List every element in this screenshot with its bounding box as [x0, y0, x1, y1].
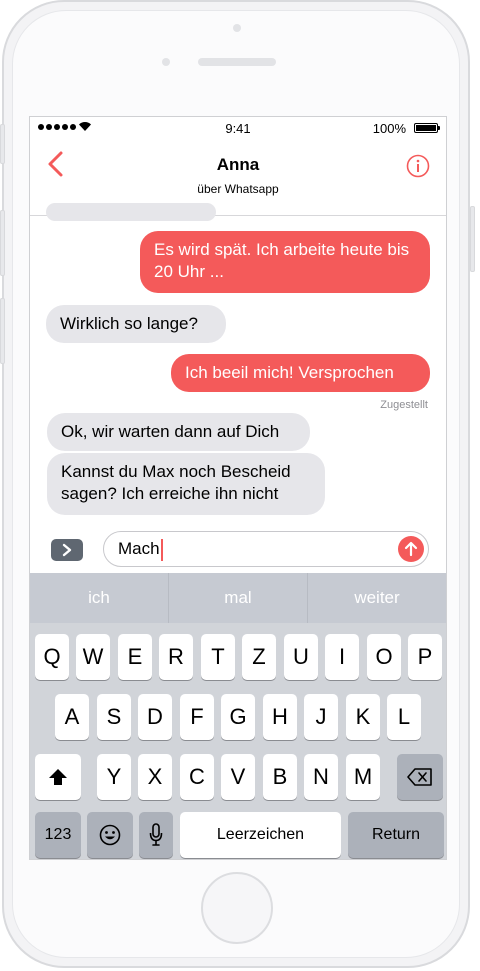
text-cursor — [160, 538, 163, 561]
keyboard: ich mal weiter Q W E R T Z U I O P A S D… — [30, 573, 446, 859]
predictive-bar: ich mal weiter — [30, 573, 446, 623]
dictation-key[interactable] — [139, 812, 173, 858]
shift-key[interactable] — [35, 754, 81, 800]
key-i[interactable]: I — [325, 634, 359, 680]
volume-down-button — [0, 298, 5, 364]
message-bubble-partial — [46, 203, 216, 221]
key-n[interactable]: N — [304, 754, 338, 800]
message-bubble-outgoing[interactable]: Ich beeil mich! Versprochen — [171, 354, 430, 392]
front-camera — [233, 24, 241, 32]
key-k[interactable]: K — [346, 694, 380, 740]
key-j[interactable]: J — [304, 694, 338, 740]
key-h[interactable]: H — [263, 694, 297, 740]
home-button[interactable] — [201, 872, 273, 944]
shift-arrow-icon — [49, 769, 67, 785]
space-key[interactable]: Leerzeichen — [180, 812, 341, 858]
microphone-icon — [149, 823, 163, 846]
key-u[interactable]: U — [284, 634, 318, 680]
key-x[interactable]: X — [138, 754, 172, 800]
numbers-key[interactable]: 123 — [35, 812, 81, 858]
power-button — [470, 206, 475, 272]
key-g[interactable]: G — [221, 694, 255, 740]
key-v[interactable]: V — [221, 754, 255, 800]
message-composer: Mach — [30, 529, 446, 573]
arrow-up-icon — [404, 541, 418, 557]
key-y[interactable]: Y — [97, 754, 131, 800]
suggestion-item[interactable]: ich — [30, 573, 169, 623]
contact-subtitle: über Whatsapp — [197, 182, 279, 196]
key-e[interactable]: E — [118, 634, 152, 680]
info-icon[interactable] — [406, 154, 430, 178]
send-button[interactable] — [398, 536, 424, 562]
key-z[interactable]: Z — [242, 634, 276, 680]
key-l[interactable]: L — [387, 694, 421, 740]
key-m[interactable]: M — [346, 754, 380, 800]
contact-name: Anna — [216, 155, 260, 174]
key-f[interactable]: F — [180, 694, 214, 740]
message-text: Ok, wir warten dann auf Dich — [61, 422, 280, 441]
emoji-icon — [99, 824, 121, 846]
app-drawer-button[interactable] — [51, 539, 83, 561]
message-text: Ich beeil mich! Versprochen — [185, 363, 394, 382]
message-text: Es wird spät. Ich arbeite heute bis 20 U… — [154, 240, 410, 281]
emoji-key[interactable] — [87, 812, 133, 858]
key-o[interactable]: O — [367, 634, 401, 680]
key-a[interactable]: A — [55, 694, 89, 740]
earpiece-speaker — [198, 58, 276, 66]
message-bubble-incoming[interactable]: Kannst du Max noch Bescheid sagen? Ich e… — [47, 453, 325, 515]
battery-icon — [414, 123, 440, 133]
key-c[interactable]: C — [180, 754, 214, 800]
message-text: Kannst du Max noch Bescheid sagen? Ich e… — [61, 462, 291, 503]
chevron-right-icon — [62, 543, 72, 557]
backspace-icon — [407, 768, 432, 786]
key-r[interactable]: R — [159, 634, 193, 680]
key-t[interactable]: T — [201, 634, 235, 680]
message-bubble-incoming[interactable]: Ok, wir warten dann auf Dich — [47, 413, 310, 451]
key-s[interactable]: S — [97, 694, 131, 740]
backspace-key[interactable] — [397, 754, 443, 800]
volume-up-button — [0, 210, 5, 276]
return-key[interactable]: Return — [348, 812, 444, 858]
proximity-sensor — [162, 58, 170, 66]
battery-percentage: 100% — [372, 121, 406, 136]
key-b[interactable]: B — [263, 754, 297, 800]
message-bubble-incoming[interactable]: Wirklich so lange? — [46, 305, 226, 343]
status-bar: 9:41 100% — [30, 117, 446, 139]
message-bubble-outgoing[interactable]: Es wird spät. Ich arbeite heute bis 20 U… — [140, 231, 430, 293]
phone-screen: 9:41 100% Anna über Whatsapp Es wird spä… — [29, 116, 447, 860]
delivery-status: Zugestellt — [380, 399, 428, 411]
message-input-value: Mach — [118, 539, 160, 558]
key-q[interactable]: Q — [35, 634, 69, 680]
suggestion-item[interactable]: mal — [169, 573, 308, 623]
key-p[interactable]: P — [408, 634, 442, 680]
mute-switch — [0, 124, 5, 164]
message-text: Wirklich so lange? — [60, 314, 198, 333]
suggestion-item[interactable]: weiter — [308, 573, 446, 623]
message-input[interactable]: Mach — [103, 531, 429, 567]
key-d[interactable]: D — [138, 694, 172, 740]
key-w[interactable]: W — [76, 634, 110, 680]
